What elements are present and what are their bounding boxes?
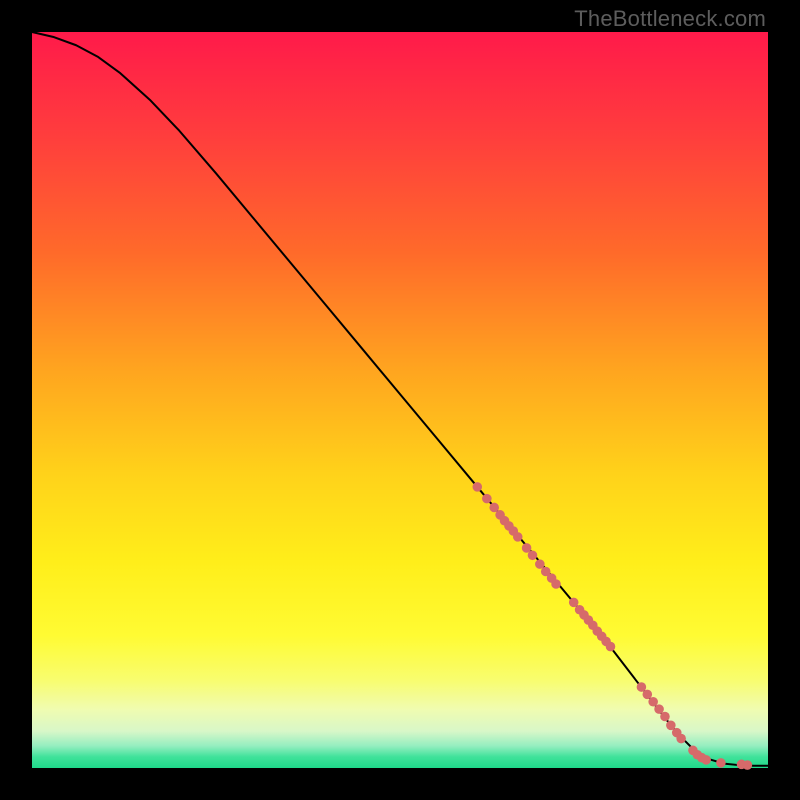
data-point (482, 494, 492, 504)
data-point (513, 532, 523, 542)
data-point (551, 579, 561, 589)
chart-svg (32, 32, 768, 768)
data-point (660, 712, 670, 722)
data-point (743, 760, 753, 770)
data-point (716, 758, 726, 768)
plot-area (32, 32, 768, 768)
data-point (676, 734, 686, 744)
outer-frame: TheBottleneck.com (0, 0, 800, 800)
data-point (528, 551, 538, 561)
data-point (473, 482, 483, 492)
watermark-text: TheBottleneck.com (574, 6, 766, 32)
curve-line (32, 32, 768, 766)
data-point (606, 642, 616, 652)
data-point (701, 755, 711, 765)
